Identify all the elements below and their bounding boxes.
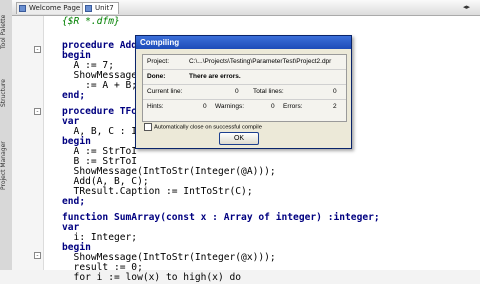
unit-icon [85,5,92,12]
code-line: end; [62,90,86,101]
errors-value: 2 [333,103,337,110]
code-line: for i := low(x) to high(x) do [62,272,242,283]
lines-row: Current line: 0 Total lines: 0 [143,85,346,100]
fold-toggle-icon[interactable]: - [34,108,41,115]
ok-button[interactable]: OK [219,132,259,145]
current-line-value: 0 [235,88,239,95]
project-value: C:\...\Projects\Testing\ParameterTest\Pr… [189,58,332,65]
page-icon [19,5,26,12]
done-value: There are errors. [189,73,241,80]
project-row: Project: C:\...\Projects\Testing\Paramet… [143,55,346,70]
side-tab-structure[interactable]: Structure [0,70,12,116]
auto-close-checkbox[interactable] [144,123,152,131]
done-label: Done: [147,73,166,80]
total-lines-label: Total lines: [253,88,284,95]
tab-welcome-page[interactable]: Welcome Page [16,2,86,14]
side-tab-tool-palette[interactable]: Tool Palette [0,4,12,60]
fold-toggle-icon[interactable]: - [34,46,41,53]
compiling-dialog: Compiling Project: C:\...\Projects\Testi… [135,35,352,149]
hints-value: 0 [203,103,207,110]
counts-row: Hints: 0 Warnings: 0 Errors: 2 [143,100,346,114]
editor-gutter: - - - [12,16,44,270]
errors-label: Errors: [283,103,303,110]
tab-label: Welcome Page [29,4,81,12]
warnings-label: Warnings: [215,103,245,110]
auto-close-label: Automatically close on successful compil… [154,124,262,131]
tab-scroll-icon[interactable]: ◂▸ [463,3,470,11]
warnings-value: 0 [271,103,275,110]
hints-label: Hints: [147,103,164,110]
ide-window: Tool Palette Structure Project Manager W… [0,0,480,283]
code-line: TResult.Caption := IntToStr(C); [62,186,253,197]
tab-unit7[interactable]: Unit7 [82,2,119,14]
total-lines-value: 0 [333,88,337,95]
editor-tab-bar: Welcome Page Unit7 ◂▸ [12,0,480,16]
code-line: function SumArray(const x : Array of int… [62,212,380,223]
side-tab-project-manager[interactable]: Project Manager [0,126,12,206]
code-line: {$R *.dfm} [62,16,120,27]
dialog-status-panel: Project: C:\...\Projects\Testing\Paramet… [142,54,347,122]
fold-toggle-icon[interactable]: - [34,252,41,259]
auto-close-checkbox-row[interactable]: Automatically close on successful compil… [144,123,262,132]
tab-label: Unit7 [95,4,114,12]
current-line-label: Current line: [147,88,183,95]
project-label: Project: [147,58,170,65]
code-line: end; [62,196,86,207]
done-row: Done: There are errors. [143,70,346,85]
dialog-title: Compiling [136,36,351,49]
